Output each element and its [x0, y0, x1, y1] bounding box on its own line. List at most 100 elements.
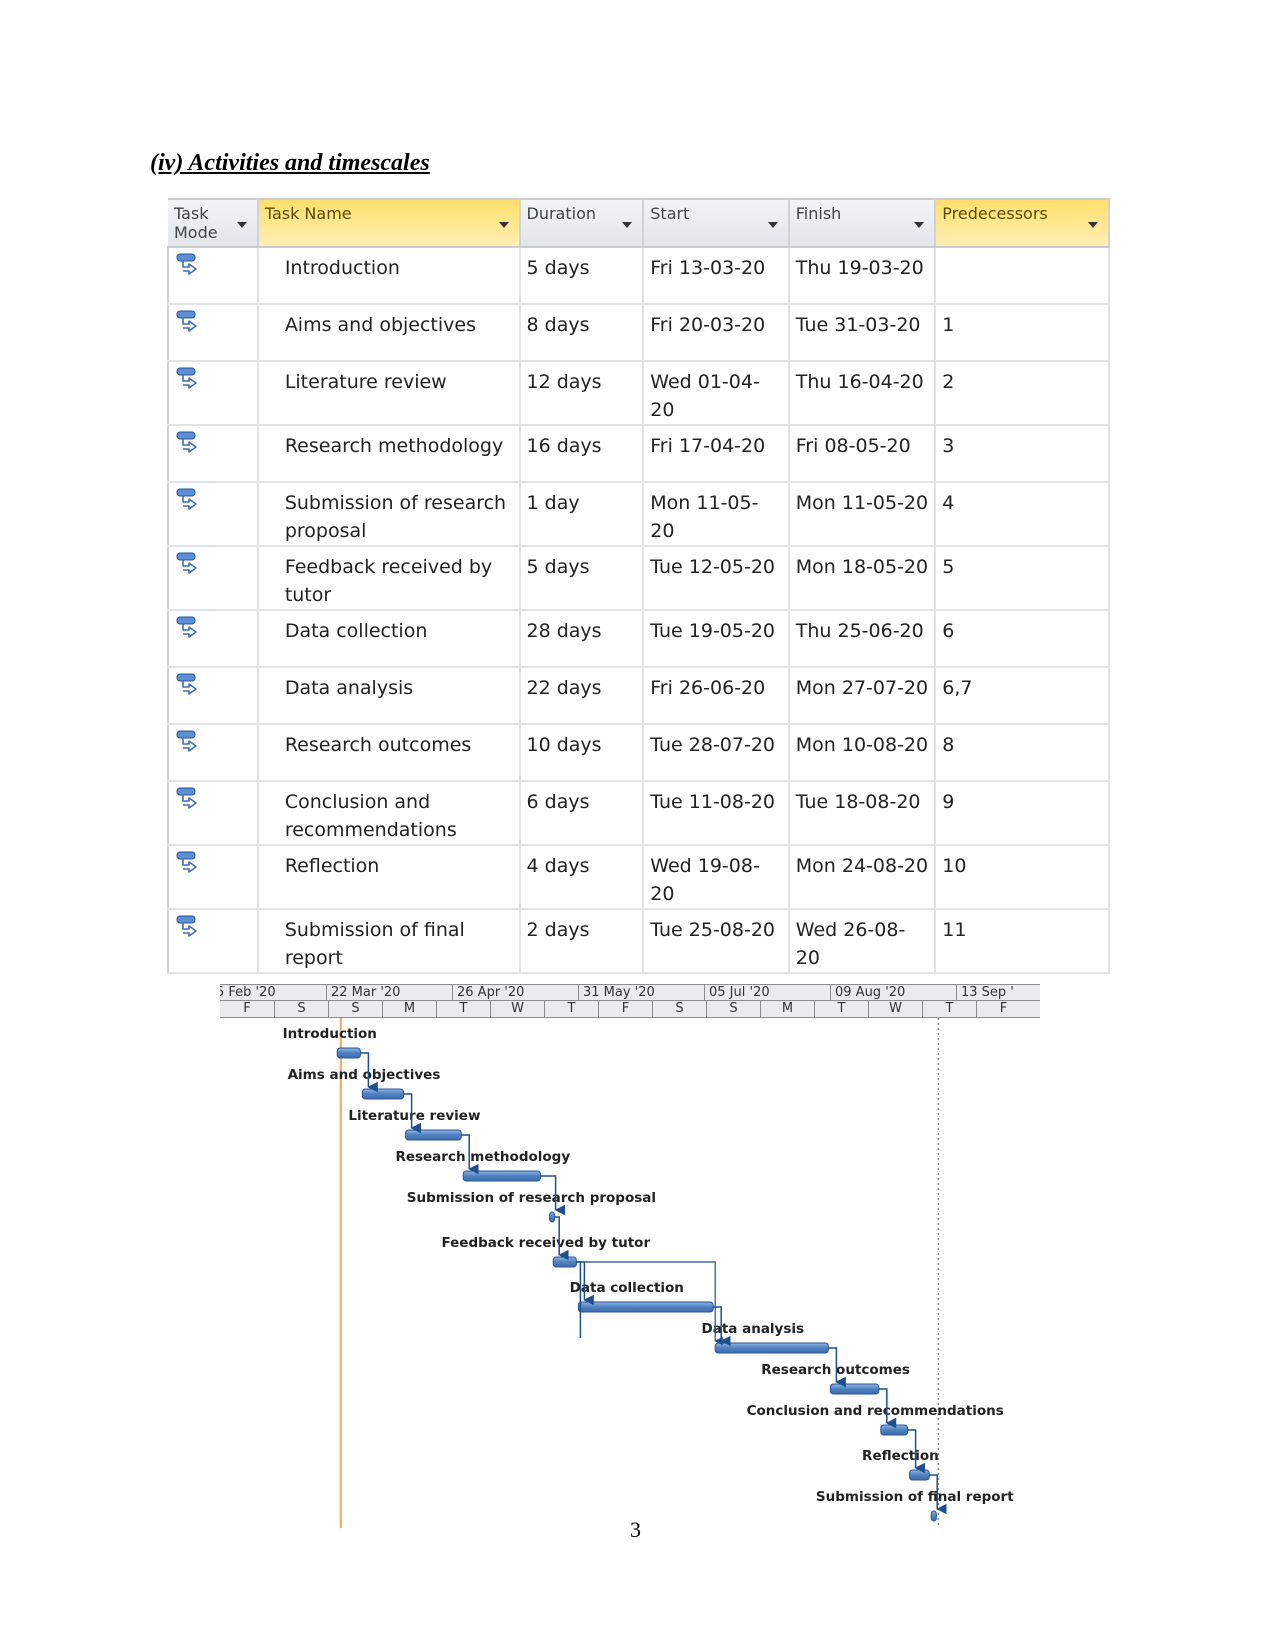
start-cell[interactable]: Tue 28-07-20 [643, 724, 790, 782]
dropdown-arrow-icon[interactable] [622, 222, 633, 228]
table-row[interactable]: Submission of final report 2 days Tue 25-0… [167, 909, 1110, 974]
gantt-bar[interactable] [714, 1342, 829, 1354]
duration-cell[interactable]: 12 days [519, 361, 645, 426]
duration-cell[interactable]: 5 days [519, 546, 645, 611]
gantt-bar[interactable] [552, 1256, 577, 1268]
finish-cell[interactable]: Mon 11-05-20 [788, 482, 937, 547]
dropdown-arrow-icon[interactable] [767, 222, 778, 228]
task-name-cell[interactable]: Conclusion and recommendations [257, 781, 521, 846]
predecessors-cell[interactable] [935, 247, 1110, 305]
start-cell[interactable]: Wed 01-04-20 [643, 361, 790, 426]
finish-cell[interactable]: Mon 10-08-20 [788, 724, 937, 782]
task-name-cell[interactable]: Submission of final report [257, 909, 521, 974]
predecessors-cell[interactable]: 3 [935, 425, 1110, 483]
table-row[interactable]: Feedback received by tutor 5 days Tue 12-0… [167, 546, 1110, 611]
finish-cell[interactable]: Fri 08-05-20 [788, 425, 937, 483]
finish-cell[interactable]: Mon 24-08-20 [788, 845, 937, 910]
task-name-cell[interactable]: Data analysis [257, 667, 521, 725]
column-header-start[interactable]: Start [643, 198, 790, 248]
task-name-cell[interactable]: Submission of research proposal [257, 482, 521, 547]
finish-cell[interactable]: Wed 26-08-20 [788, 909, 937, 974]
gantt-bar-label[interactable]: Conclusion and recommendations [747, 1403, 1004, 1419]
task-name-cell[interactable]: Feedback received by tutor [257, 546, 521, 611]
column-header-task-name[interactable]: Task Name [257, 198, 521, 248]
dropdown-arrow-icon[interactable] [1088, 222, 1098, 228]
gantt-bar[interactable] [336, 1047, 361, 1059]
gantt-bar[interactable] [930, 1510, 937, 1522]
column-header-duration[interactable]: Duration [519, 198, 645, 248]
dropdown-arrow-icon[interactable] [498, 222, 509, 228]
gantt-bar[interactable] [829, 1383, 880, 1395]
finish-cell[interactable]: Mon 27-07-20 [788, 667, 937, 725]
table-row[interactable]: Reflection 4 days Wed 19-08-20 Mon 24-08-20… [167, 845, 1110, 910]
start-cell[interactable]: Fri 26-06-20 [643, 667, 790, 725]
start-cell[interactable]: Fri 13-03-20 [643, 247, 790, 305]
gantt-bar-label[interactable]: Submission of research proposal [407, 1190, 656, 1206]
task-name-cell[interactable]: Aims and objectives [257, 304, 521, 362]
duration-cell[interactable]: 22 days [519, 667, 645, 725]
finish-cell[interactable]: Tue 31-03-20 [788, 304, 937, 362]
start-cell[interactable]: Tue 12-05-20 [643, 546, 790, 611]
predecessors-cell[interactable]: 4 [935, 482, 1110, 547]
gantt-bar-label[interactable]: Introduction [283, 1026, 377, 1042]
duration-cell[interactable]: 6 days [519, 781, 645, 846]
dropdown-arrow-icon[interactable] [914, 222, 925, 228]
task-name-cell[interactable]: Introduction [257, 247, 521, 305]
duration-cell[interactable]: 16 days [519, 425, 645, 483]
gantt-bar-label[interactable]: Submission of final report [816, 1489, 1014, 1505]
gantt-bar[interactable] [405, 1129, 462, 1141]
table-row[interactable]: Submission of research proposal 1 day Mon … [167, 482, 1110, 547]
table-row[interactable]: Introduction 5 days Fri 13-03-20 Thu 19-03-… [167, 247, 1110, 305]
task-name-cell[interactable]: Literature review [257, 361, 521, 426]
gantt-bar[interactable] [462, 1170, 541, 1182]
finish-cell[interactable]: Thu 16-04-20 [788, 361, 937, 426]
start-cell[interactable]: Fri 17-04-20 [643, 425, 790, 483]
gantt-bar[interactable] [361, 1088, 405, 1100]
column-header-predecessors[interactable]: Predecessors [935, 198, 1110, 248]
dropdown-arrow-icon[interactable] [236, 222, 247, 228]
duration-cell[interactable]: 8 days [519, 304, 645, 362]
gantt-bar[interactable] [909, 1469, 930, 1481]
finish-cell[interactable]: Thu 19-03-20 [788, 247, 937, 305]
gantt-bar-label[interactable]: Aims and objectives [288, 1067, 441, 1083]
predecessors-cell[interactable]: 8 [935, 724, 1110, 782]
gantt-bar-label[interactable]: Research outcomes [761, 1362, 910, 1378]
column-header-task-mode[interactable]: Task Mode [168, 198, 259, 248]
duration-cell[interactable]: 1 day [519, 482, 645, 547]
table-row[interactable]: Data collection 28 days Tue 19-05-20 Thu 25… [167, 610, 1110, 668]
gantt-bar[interactable] [549, 1211, 556, 1223]
finish-cell[interactable]: Thu 25-06-20 [788, 610, 937, 668]
duration-cell[interactable]: 28 days [519, 610, 645, 668]
task-name-cell[interactable]: Research methodology [257, 425, 521, 483]
predecessors-cell[interactable]: 9 [935, 781, 1110, 846]
start-cell[interactable]: Tue 19-05-20 [643, 610, 790, 668]
duration-cell[interactable]: 2 days [519, 909, 645, 974]
gantt-bar[interactable] [577, 1301, 714, 1313]
predecessors-cell[interactable]: 10 [935, 845, 1110, 910]
start-cell[interactable]: Fri 20-03-20 [643, 304, 790, 362]
predecessors-cell[interactable]: 11 [935, 909, 1110, 974]
finish-cell[interactable]: Mon 18-05-20 [788, 546, 937, 611]
gantt-bar-label[interactable]: Research methodology [395, 1149, 570, 1165]
predecessors-cell[interactable]: 6 [935, 610, 1110, 668]
start-cell[interactable]: Wed 19-08-20 [643, 845, 790, 910]
start-cell[interactable]: Tue 25-08-20 [643, 909, 790, 974]
start-cell[interactable]: Mon 11-05-20 [643, 482, 790, 547]
column-header-finish[interactable]: Finish [788, 198, 937, 248]
predecessors-cell[interactable]: 6,7 [935, 667, 1110, 725]
predecessors-cell[interactable]: 2 [935, 361, 1110, 426]
table-row[interactable]: Aims and objectives 8 days Fri 20-03-20 Tue… [167, 304, 1110, 362]
finish-cell[interactable]: Tue 18-08-20 [788, 781, 937, 846]
table-row[interactable]: Data analysis 22 days Fri 26-06-20 Mon 27-0… [167, 667, 1110, 725]
gantt-bar-label[interactable]: Data analysis [702, 1321, 805, 1337]
gantt-bar-label[interactable]: Literature review [348, 1108, 480, 1124]
task-name-cell[interactable]: Data collection [257, 610, 521, 668]
predecessors-cell[interactable]: 1 [935, 304, 1110, 362]
table-row[interactable]: Literature review 12 days Wed 01-04-20 Thu … [167, 361, 1110, 426]
duration-cell[interactable]: 10 days [519, 724, 645, 782]
gantt-bar-label[interactable]: Feedback received by tutor [441, 1235, 650, 1251]
gantt-bar-label[interactable]: Data collection [570, 1280, 684, 1296]
table-row[interactable]: Conclusion and recommendations 6 days Tue … [167, 781, 1110, 846]
task-name-cell[interactable]: Reflection [257, 845, 521, 910]
start-cell[interactable]: Tue 11-08-20 [643, 781, 790, 846]
